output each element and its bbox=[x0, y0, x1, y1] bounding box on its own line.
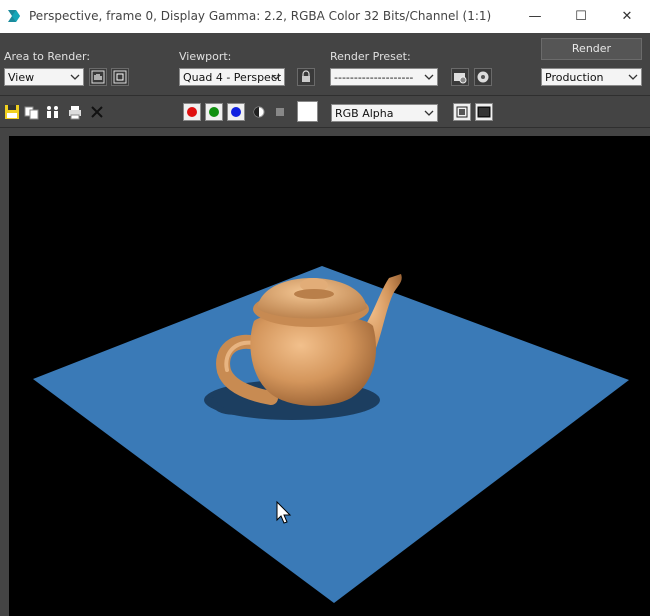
maximize-button[interactable]: ☐ bbox=[558, 0, 604, 33]
chevron-down-icon bbox=[70, 74, 80, 80]
render-mode-value: Production bbox=[545, 71, 604, 84]
green-channel-icon bbox=[209, 107, 219, 117]
render-canvas[interactable] bbox=[9, 136, 650, 616]
fit-icon bbox=[477, 106, 491, 118]
area-to-render-value: View bbox=[8, 71, 35, 84]
red-channel-toggle[interactable] bbox=[183, 103, 201, 121]
render-preset-dropdown[interactable]: -------------------- bbox=[330, 68, 438, 86]
render-button[interactable]: Render bbox=[541, 38, 642, 60]
save-icon[interactable] bbox=[4, 104, 20, 120]
minimize-icon: — bbox=[528, 9, 542, 24]
area-to-render-dropdown[interactable]: View bbox=[4, 68, 84, 86]
minimize-button[interactable]: — bbox=[512, 0, 558, 33]
blue-channel-icon bbox=[231, 107, 241, 117]
copy-icon[interactable] bbox=[24, 104, 40, 120]
render-preset-value: -------------------- bbox=[334, 71, 414, 84]
region-select-button[interactable] bbox=[111, 68, 129, 86]
blue-channel-toggle[interactable] bbox=[227, 103, 245, 121]
close-button[interactable]: ✕ bbox=[604, 0, 650, 33]
viewport-value: Quad 4 - Perspect bbox=[183, 71, 282, 84]
channel-display-dropdown[interactable]: RGB Alpha bbox=[331, 104, 438, 122]
render-setup-button[interactable] bbox=[451, 68, 469, 86]
chevron-down-icon bbox=[271, 74, 281, 80]
chevron-down-icon bbox=[424, 110, 434, 116]
mono-icon[interactable] bbox=[251, 104, 267, 120]
viewport-label: Viewport: bbox=[179, 50, 232, 63]
alpha-icon[interactable] bbox=[272, 104, 288, 120]
chevron-down-icon bbox=[424, 74, 434, 80]
close-icon: ✕ bbox=[621, 9, 633, 24]
teapot-body bbox=[250, 313, 377, 406]
render-mode-dropdown[interactable]: Production bbox=[541, 68, 642, 86]
environment-button[interactable] bbox=[474, 68, 492, 86]
region-select-icon bbox=[113, 70, 127, 84]
rendered-scene bbox=[33, 266, 629, 603]
display-toggle-button[interactable] bbox=[453, 103, 471, 121]
red-channel-icon bbox=[187, 107, 197, 117]
chevron-down-icon bbox=[628, 74, 638, 80]
maximize-icon: ☐ bbox=[575, 9, 587, 24]
lock-icon bbox=[302, 70, 310, 82]
environment-icon bbox=[477, 71, 489, 83]
lock-viewport-button[interactable] bbox=[297, 68, 315, 86]
window-title: Perspective, frame 0, Display Gamma: 2.2… bbox=[29, 9, 492, 23]
clear-icon[interactable] bbox=[89, 104, 105, 120]
area-to-render-label: Area to Render: bbox=[4, 50, 91, 63]
clone-icon[interactable] bbox=[45, 104, 61, 120]
region-pan-button[interactable] bbox=[89, 68, 107, 86]
color-swatch[interactable] bbox=[297, 101, 318, 122]
frame-border bbox=[0, 128, 9, 616]
fit-window-button[interactable] bbox=[475, 103, 493, 121]
viewport-dropdown[interactable]: Quad 4 - Perspect bbox=[179, 68, 285, 86]
green-channel-toggle[interactable] bbox=[205, 103, 223, 121]
render-preset-label: Render Preset: bbox=[330, 50, 411, 63]
channel-display-value: RGB Alpha bbox=[335, 107, 394, 120]
print-icon[interactable] bbox=[67, 104, 83, 120]
render-setup-icon bbox=[454, 73, 467, 84]
display-icon bbox=[456, 106, 468, 118]
3dsmax-app-icon bbox=[8, 10, 20, 22]
title-bar: Perspective, frame 0, Display Gamma: 2.2… bbox=[0, 0, 650, 33]
region-pan-icon bbox=[91, 70, 105, 84]
